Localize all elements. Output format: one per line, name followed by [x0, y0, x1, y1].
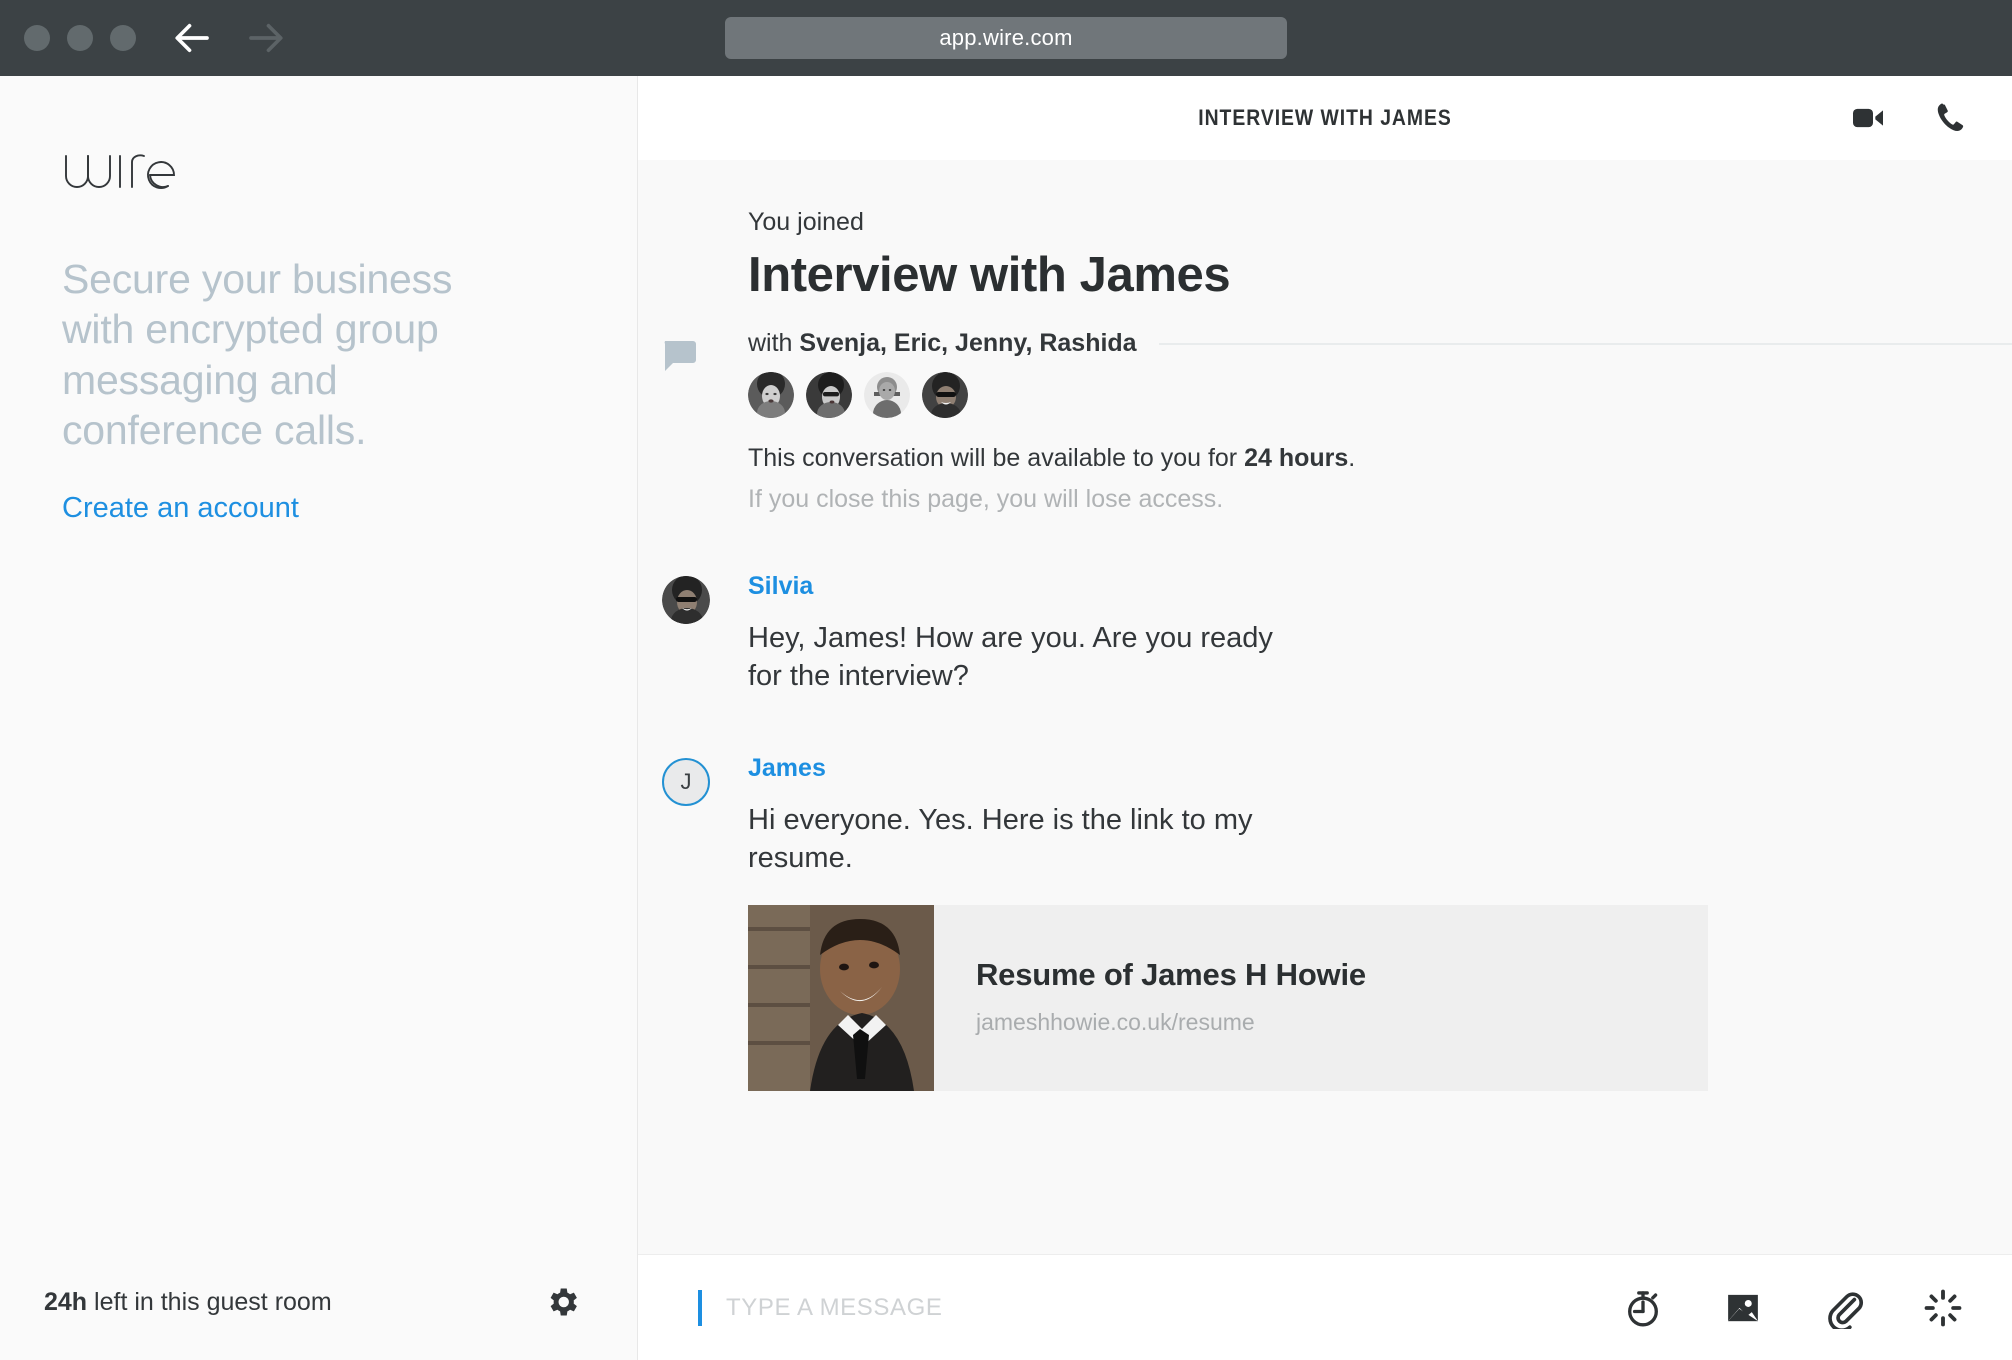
- avatar[interactable]: [864, 372, 910, 418]
- message-composer: TYPE A MESSAGE: [638, 1254, 2012, 1360]
- link-preview-meta: Resume of James H Howie jameshhowie.co.u…: [934, 905, 1366, 1091]
- guest-room-time: 24h: [44, 1287, 88, 1316]
- create-account-link[interactable]: Create an account: [62, 492, 299, 525]
- message-body: Silvia Hey, James! How are you. Are you …: [748, 572, 1288, 696]
- address-bar[interactable]: app.wire.com: [725, 17, 1287, 59]
- avatar[interactable]: [922, 372, 968, 418]
- browser-nav-buttons: [172, 17, 286, 59]
- timer-icon[interactable]: [1622, 1287, 1664, 1329]
- browser-window: app.wire.com Secure your business with e…: [0, 0, 2012, 1360]
- close-page-warning: If you close this page, you will lose ac…: [748, 485, 1224, 513]
- availability-prefix: This conversation will be available to y…: [748, 444, 1245, 472]
- message-item: J James Hi everyone. Yes. Here is the li…: [638, 754, 2012, 1092]
- text-caret: [698, 1289, 702, 1326]
- participant-avatars: [748, 372, 2012, 418]
- joined-label: You joined: [748, 208, 864, 236]
- participants-text: with Svenja, Eric, Jenny, Rashida: [748, 329, 1137, 358]
- window-traffic-lights: [24, 25, 136, 51]
- composer-actions: [1622, 1287, 1964, 1329]
- wire-logo: [62, 142, 575, 196]
- conversation-scroll-area[interactable]: You joined Interview with James with Sve…: [638, 160, 2012, 1254]
- message-text: Hi everyone. Yes. Here is the link to my…: [748, 803, 1253, 874]
- availability-suffix: .: [1348, 444, 1356, 472]
- conversation-intro: You joined Interview with James with Sve…: [638, 208, 2012, 514]
- message-avatar[interactable]: [662, 576, 710, 624]
- link-preview-card[interactable]: Resume of James H Howie jameshhowie.co.u…: [748, 905, 1708, 1092]
- phone-icon[interactable]: [1930, 98, 1970, 138]
- with-prefix: with: [748, 329, 800, 357]
- browser-chrome: app.wire.com: [0, 0, 2012, 76]
- image-icon[interactable]: [1722, 1287, 1764, 1329]
- paperclip-icon[interactable]: [1822, 1287, 1864, 1329]
- avatar[interactable]: [748, 372, 794, 418]
- conversation-header-actions: [1848, 98, 1970, 138]
- guest-room-status: 24h left in this guest room: [44, 1288, 332, 1317]
- message-input[interactable]: TYPE A MESSAGE: [726, 1294, 942, 1322]
- participants-names: Svenja, Eric, Jenny, Rashida: [799, 329, 1137, 357]
- link-preview-thumbnail: [748, 905, 934, 1092]
- conversation-panel: INTERVIEW WITH JAMES You joined Intervie…: [638, 76, 2012, 1360]
- avatar[interactable]: [806, 372, 852, 418]
- video-camera-icon[interactable]: [1848, 98, 1888, 138]
- message-avatar-initials[interactable]: J: [662, 757, 710, 806]
- address-bar-url: app.wire.com: [939, 25, 1073, 50]
- conversation-header: INTERVIEW WITH JAMES: [638, 76, 2012, 160]
- gear-icon[interactable]: [543, 1283, 581, 1321]
- guest-room-note: left in this guest room: [87, 1287, 332, 1316]
- availability-text: This conversation will be available to y…: [748, 444, 2012, 473]
- message-item: Silvia Hey, James! How are you. Are you …: [638, 572, 2012, 696]
- availability-duration: 24 hours: [1244, 444, 1349, 472]
- speech-bubble-icon: [662, 340, 696, 372]
- sidebar-top: Secure your business with encrypted grou…: [0, 76, 637, 525]
- close-window-button[interactable]: [24, 25, 50, 51]
- guest-room-status-bar: 24h left in this guest room: [0, 1244, 637, 1360]
- promo-sidebar: Secure your business with encrypted grou…: [0, 76, 638, 1360]
- conversation-header-title: INTERVIEW WITH JAMES: [1198, 105, 1452, 130]
- message-sender[interactable]: Silvia: [748, 572, 1288, 601]
- back-arrow-icon[interactable]: [172, 17, 214, 59]
- promo-tagline: Secure your business with encrypted grou…: [62, 256, 453, 454]
- page-body: Secure your business with encrypted grou…: [0, 76, 2012, 1360]
- minimize-window-button[interactable]: [67, 25, 93, 51]
- participants-row: with Svenja, Eric, Jenny, Rashida: [748, 329, 2012, 358]
- link-preview-url: jameshhowie.co.uk/resume: [976, 1009, 1255, 1036]
- message-body: James Hi everyone. Yes. Here is the link…: [748, 754, 1708, 1092]
- message-sender[interactable]: James: [748, 754, 1708, 783]
- conversation-title: Interview with James: [748, 248, 1231, 302]
- ping-icon[interactable]: [1922, 1287, 1964, 1329]
- link-preview-title: Resume of James H Howie: [976, 957, 1366, 993]
- message-text: Hey, James! How are you. Are you ready f…: [748, 622, 1273, 693]
- participants-divider: [1158, 342, 2012, 345]
- forward-arrow-icon: [244, 17, 286, 59]
- maximize-window-button[interactable]: [110, 25, 136, 51]
